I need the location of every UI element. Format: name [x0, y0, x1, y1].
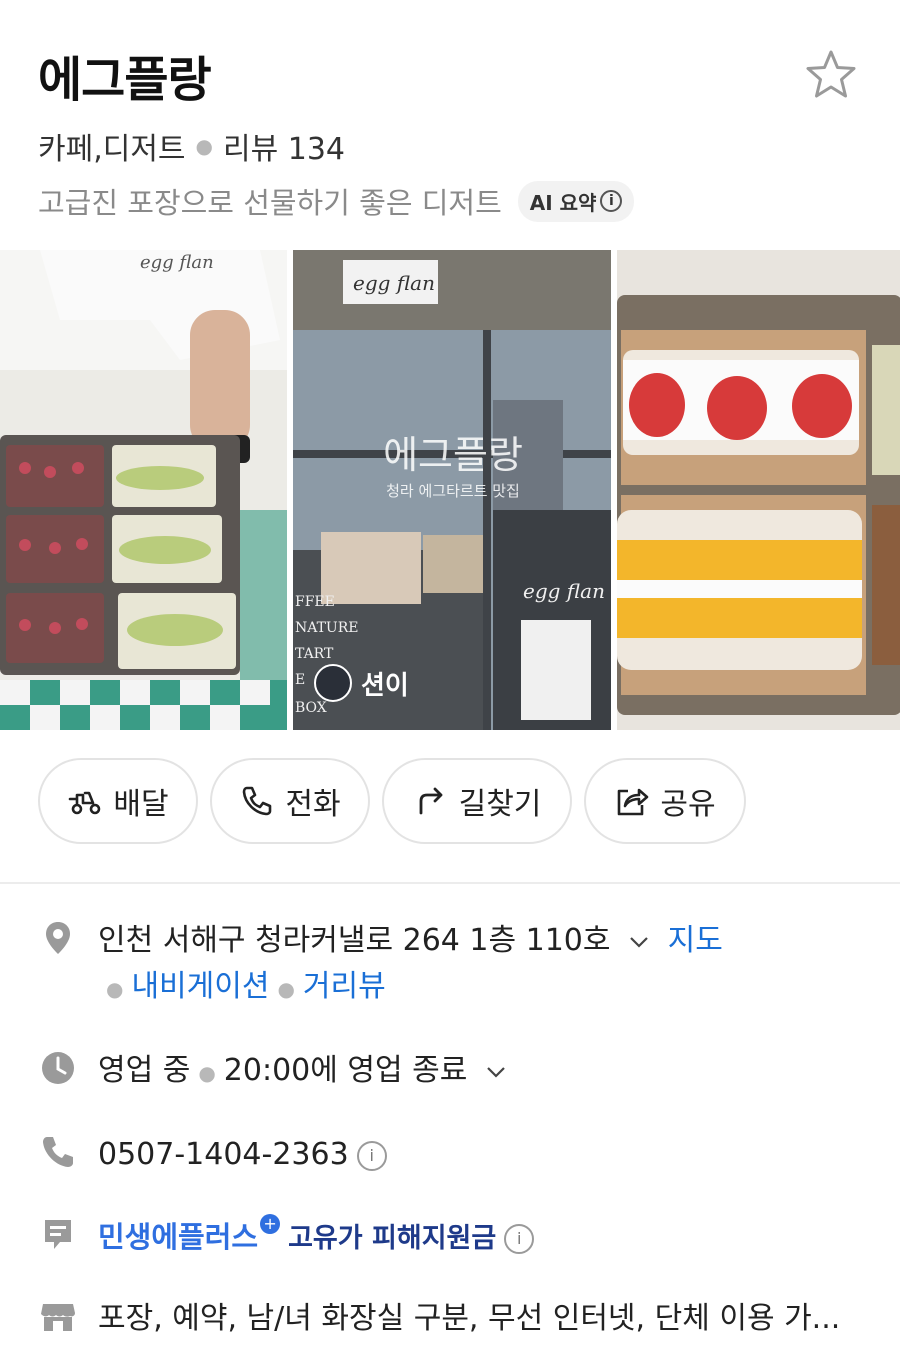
window-sign: egg flan — [523, 579, 605, 603]
info-icon[interactable]: i — [356, 1140, 387, 1171]
category-label: 카페,디저트 — [38, 132, 186, 167]
chevron-down-icon[interactable] — [485, 1061, 507, 1083]
overlay-subtitle: 청라 에그타르트 맛집 — [386, 482, 520, 500]
place-summary: 고급진 포장으로 선물하기 좋은 디저트 AI 요약 i — [38, 180, 635, 222]
delivery-button[interactable]: 배달 — [38, 758, 198, 844]
photo-3-image — [616, 250, 900, 730]
promo-brand: 민생에플러스 — [98, 1220, 259, 1254]
window-text-2: NATURE — [295, 620, 359, 636]
hours-status: 영업 중 — [98, 1053, 191, 1088]
action-buttons: 배달 전화 길찾기 공유 — [38, 758, 746, 844]
hours-row[interactable]: 영업 중 ● 20:00에 영업 종료 — [38, 1048, 880, 1096]
photo-fruit-sandwich-box[interactable] — [616, 250, 900, 730]
phone-icon — [243, 786, 272, 816]
place-title: 에그플랑 — [38, 52, 212, 108]
window-text-1: FFEE — [295, 594, 335, 610]
photo-2-image: egg flan egg flan FFEE NATURE TART E BOX… — [293, 250, 611, 730]
amenities-text: 포장, 예약, 남/녀 화장실 구분, 무선 인터넷, 단체 이용 가... — [98, 1301, 841, 1336]
address-row: 인천 서해구 청라커낼로 264 1층 110호 지도 ● 내비게이션 ● 거리뷰 — [38, 918, 880, 1012]
window-text-5: BOX — [295, 700, 327, 716]
delivery-label: 배달 — [113, 787, 169, 822]
window-text-3: TART — [295, 646, 334, 662]
separator-dot: ● — [195, 134, 213, 158]
separator-dot: ● — [198, 1061, 216, 1085]
street-view-link[interactable]: 거리뷰 — [303, 969, 386, 1004]
photo-storefront[interactable]: egg flan egg flan FFEE NATURE TART E BOX… — [293, 250, 611, 730]
phone-icon — [43, 1137, 73, 1167]
overlay-title: 에그플랑 — [383, 433, 523, 477]
share-label: 공유 — [660, 787, 716, 822]
summary-text: 고급진 포장으로 선물하기 좋은 디저트 — [38, 186, 502, 220]
call-label: 전화 — [285, 787, 341, 822]
section-divider — [0, 882, 900, 884]
phone-row[interactable]: 0507-1404-2363 i — [38, 1132, 880, 1178]
share-icon — [618, 788, 649, 816]
window-text-4: E — [295, 672, 305, 688]
share-button[interactable]: 공유 — [584, 758, 746, 844]
place-meta: 카페,디저트 ● 리뷰 134 — [38, 124, 345, 168]
scooter-icon — [69, 791, 101, 815]
clock-icon — [42, 1052, 74, 1084]
user-avatar — [314, 664, 353, 702]
hours-detail: 20:00에 영업 종료 — [223, 1053, 468, 1088]
separator-dot: ● — [277, 977, 295, 1001]
address-text: 인천 서해구 청라커낼로 264 1층 110호 — [98, 923, 611, 958]
star-icon[interactable] — [804, 48, 858, 102]
directions-label: 길찾기 — [458, 787, 542, 822]
info-icon[interactable]: i — [504, 1223, 535, 1254]
photo-tart-box-held[interactable]: egg flan — [0, 250, 288, 730]
photo-carousel[interactable]: egg flan egg flan egg flan FFEE NATURE T… — [0, 250, 900, 730]
review-count-link[interactable]: 리뷰 134 — [223, 124, 345, 168]
ai-summary-badge[interactable]: AI 요약 i — [517, 180, 635, 222]
location-pin-icon — [46, 922, 70, 954]
tshirt-text: egg flan — [140, 252, 214, 273]
promo-text: 고유가 피해지원금 — [288, 1223, 497, 1254]
storefront-sign: egg flan — [353, 271, 435, 295]
notice-icon — [45, 1220, 71, 1249]
separator-dot: ● — [106, 977, 124, 1001]
directions-button[interactable]: 길찾기 — [382, 758, 572, 844]
ai-badge-label: AI 요약 — [529, 190, 597, 215]
place-header: 에그플랑 — [38, 40, 900, 110]
navigation-link[interactable]: 내비게이션 — [131, 969, 269, 1004]
directions-icon — [419, 787, 442, 815]
chevron-down-icon[interactable] — [628, 931, 650, 953]
store-icon — [41, 1304, 75, 1331]
promo-row[interactable]: 민생에플러스 + 고유가 피해지원금 i — [38, 1214, 880, 1262]
photo-1-image: egg flan — [0, 250, 288, 730]
amenities-row[interactable]: 포장, 예약, 남/녀 화장실 구분, 무선 인터넷, 단체 이용 가... — [38, 1296, 880, 1342]
info-icon: i — [600, 190, 623, 212]
photo-user-name: 션이 — [361, 671, 409, 701]
call-button[interactable]: 전화 — [210, 758, 370, 844]
map-link[interactable]: 지도 — [668, 923, 723, 958]
phone-number[interactable]: 0507-1404-2363 — [98, 1137, 349, 1172]
plus-icon: + — [260, 1214, 281, 1234]
